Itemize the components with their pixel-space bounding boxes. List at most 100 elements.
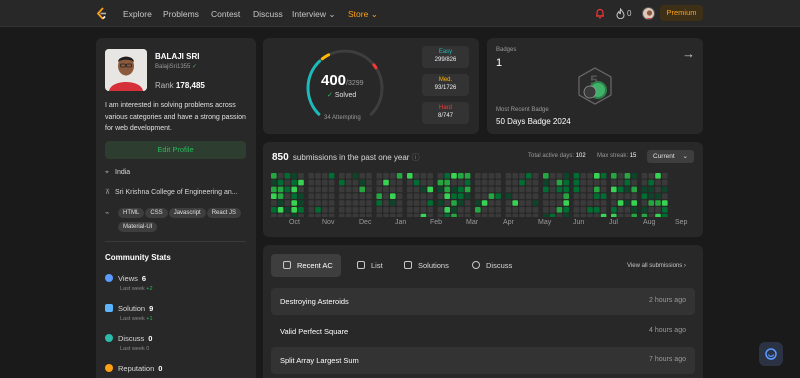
heatmap-day-cell[interactable]	[420, 173, 427, 179]
heatmap-day-cell[interactable]	[315, 179, 321, 186]
heatmap-day-cell[interactable]	[563, 200, 569, 206]
heatmap-day-cell[interactable]	[549, 173, 556, 179]
heatmap-day-cell[interactable]	[322, 200, 328, 206]
heatmap-day-cell[interactable]	[648, 213, 654, 217]
heatmap-day-cell[interactable]	[383, 193, 389, 199]
heatmap-day-cell[interactable]	[359, 207, 365, 213]
heatmap-day-cell[interactable]	[359, 200, 365, 206]
heatmap-day-cell[interactable]	[413, 200, 420, 206]
heatmap-day-cell[interactable]	[611, 186, 617, 193]
heatmap-day-cell[interactable]	[451, 179, 457, 186]
heatmap-day-cell[interactable]	[475, 193, 481, 199]
heatmap-day-cell[interactable]	[611, 200, 617, 206]
heatmap-day-cell[interactable]	[451, 200, 457, 206]
tab-list[interactable]: List	[357, 254, 383, 277]
feedback-chat-button[interactable]	[759, 342, 783, 366]
heatmap-day-cell[interactable]	[359, 186, 365, 193]
heatmap-day-cell[interactable]	[505, 207, 512, 213]
heatmap-day-cell[interactable]	[390, 193, 396, 199]
user-avatar[interactable]	[642, 7, 655, 20]
heatmap-day-cell[interactable]	[617, 213, 624, 217]
heatmap-day-cell[interactable]	[488, 193, 495, 199]
heatmap-day-cell[interactable]	[532, 173, 539, 179]
heatmap-day-cell[interactable]	[662, 207, 668, 213]
heatmap-day-cell[interactable]	[427, 193, 433, 199]
heatmap-day-cell[interactable]	[532, 207, 539, 213]
skill-tag[interactable]: React JS	[206, 208, 242, 218]
leetcode-logo-icon[interactable]	[96, 7, 108, 20]
heatmap-day-cell[interactable]	[475, 207, 481, 213]
heatmap-day-cell[interactable]	[662, 193, 668, 199]
heatmap-day-cell[interactable]	[587, 207, 593, 213]
heatmap-day-cell[interactable]	[284, 173, 291, 179]
heatmap-day-cell[interactable]	[284, 186, 291, 193]
heatmap-day-cell[interactable]	[611, 213, 617, 217]
heatmap-day-cell[interactable]	[308, 179, 314, 186]
heatmap-day-cell[interactable]	[611, 207, 617, 213]
heatmap-day-cell[interactable]	[420, 186, 427, 193]
heatmap-day-cell[interactable]	[641, 207, 648, 213]
heatmap-day-cell[interactable]	[648, 186, 654, 193]
heatmap-day-cell[interactable]	[662, 173, 668, 179]
heatmap-day-cell[interactable]	[495, 213, 501, 217]
heatmap-day-cell[interactable]	[413, 173, 420, 179]
heatmap-day-cell[interactable]	[464, 207, 471, 213]
heatmap-day-cell[interactable]	[437, 179, 444, 186]
heatmap-day-cell[interactable]	[366, 179, 372, 186]
heatmap-day-cell[interactable]	[284, 207, 291, 213]
heatmap-day-cell[interactable]	[322, 207, 328, 213]
heatmap-day-cell[interactable]	[600, 186, 607, 193]
heatmap-day-cell[interactable]	[543, 173, 549, 179]
heatmap-day-cell[interactable]	[648, 207, 654, 213]
heatmap-day-cell[interactable]	[580, 193, 586, 199]
heatmap-day-cell[interactable]	[352, 179, 359, 186]
heatmap-day-cell[interactable]	[315, 207, 321, 213]
heatmap-day-cell[interactable]	[556, 179, 563, 186]
heatmap-day-cell[interactable]	[407, 213, 413, 217]
heatmap-day-cell[interactable]	[662, 200, 668, 206]
heatmap-day-cell[interactable]	[495, 186, 501, 193]
heatmap-day-cell[interactable]	[420, 207, 427, 213]
heatmap-day-cell[interactable]	[573, 193, 580, 199]
heatmap-day-cell[interactable]	[563, 207, 569, 213]
heatmap-day-cell[interactable]	[315, 193, 321, 199]
heatmap-day-cell[interactable]	[563, 173, 569, 179]
premium-button[interactable]: Premium	[660, 5, 703, 21]
heatmap-day-cell[interactable]	[617, 173, 624, 179]
heatmap-day-cell[interactable]	[284, 213, 291, 217]
heatmap-day-cell[interactable]	[464, 173, 471, 179]
heatmap-day-cell[interactable]	[512, 213, 518, 217]
heatmap-day-cell[interactable]	[383, 173, 389, 179]
heatmap-day-cell[interactable]	[308, 173, 314, 179]
heatmap-day-cell[interactable]	[407, 179, 413, 186]
heatmap-day-cell[interactable]	[298, 200, 304, 206]
heatmap-day-cell[interactable]	[359, 179, 365, 186]
heatmap-day-cell[interactable]	[271, 200, 277, 206]
nav-explore[interactable]: Explore	[123, 9, 152, 19]
heatmap-day-cell[interactable]	[488, 179, 495, 186]
heatmap-day-cell[interactable]	[383, 186, 389, 193]
heatmap-day-cell[interactable]	[291, 193, 297, 199]
heatmap-day-cell[interactable]	[308, 213, 314, 217]
heatmap-day-cell[interactable]	[352, 200, 359, 206]
heatmap-day-cell[interactable]	[277, 179, 284, 186]
heatmap-day-cell[interactable]	[284, 193, 291, 199]
heatmap-day-cell[interactable]	[587, 213, 593, 217]
heatmap-day-cell[interactable]	[587, 173, 593, 179]
heatmap-day-cell[interactable]	[366, 200, 372, 206]
heatmap-day-cell[interactable]	[444, 207, 450, 213]
heatmap-day-cell[interactable]	[366, 213, 372, 217]
heatmap-day-cell[interactable]	[556, 200, 563, 206]
heatmap-day-cell[interactable]	[359, 193, 365, 199]
heatmap-day-cell[interactable]	[662, 179, 668, 186]
heatmap-day-cell[interactable]	[298, 193, 304, 199]
notification-bell-icon[interactable]	[595, 8, 605, 19]
heatmap-day-cell[interactable]	[407, 186, 413, 193]
heatmap-day-cell[interactable]	[271, 213, 277, 217]
heatmap-day-cell[interactable]	[617, 193, 624, 199]
heatmap-day-cell[interactable]	[573, 186, 580, 193]
heatmap-day-cell[interactable]	[271, 207, 277, 213]
heatmap-day-cell[interactable]	[631, 193, 637, 199]
heatmap-day-cell[interactable]	[488, 186, 495, 193]
heatmap-day-cell[interactable]	[563, 193, 569, 199]
